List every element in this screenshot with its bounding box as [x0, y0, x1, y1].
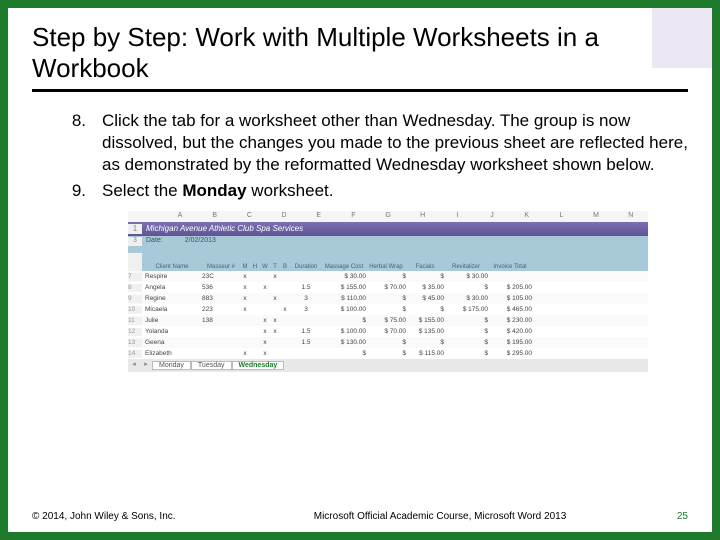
sheet-tab[interactable]: Wednesday: [232, 361, 285, 370]
sheet-tabs: ◂ ▸ MondayTuesdayWednesday: [128, 359, 648, 372]
page-number: 25: [648, 511, 688, 522]
step-number: 8.: [58, 110, 102, 175]
decorative-image: [652, 8, 712, 68]
step-8: 8. Click the tab for a worksheet other t…: [58, 110, 688, 175]
step-text: Select the Monday worksheet.: [102, 180, 688, 202]
tab-nav-right-icon[interactable]: ▸: [140, 361, 152, 370]
step-text: Click the tab for a worksheet other than…: [102, 110, 688, 175]
step-number: 9.: [58, 180, 102, 202]
date-row: 3 Date: 2/02/2013: [128, 236, 648, 247]
table-row: 13Geenax1.5$ 130.00$$$$ 195.00: [128, 337, 648, 348]
course-name: Microsoft Official Academic Course, Micr…: [232, 511, 648, 522]
footer: © 2014, John Wiley & Sons, Inc. Microsof…: [32, 511, 688, 522]
table-row: 12Yolandaxx1.5$ 100.00$ 70.00$ 135.00$$ …: [128, 326, 648, 337]
tab-nav-left-icon[interactable]: ◂: [128, 361, 140, 370]
table-header-row: Client NameMasseur #MHWTBDurationMassage…: [128, 253, 648, 271]
slide-body: 8. Click the tab for a worksheet other t…: [32, 110, 688, 372]
sheet-tab[interactable]: Monday: [152, 361, 191, 370]
step-9: 9. Select the Monday worksheet.: [58, 180, 688, 202]
sheet-tab[interactable]: Tuesday: [191, 361, 232, 370]
excel-screenshot: ABCDEFGHIJKLMN 1 Michigan Avenue Athleti…: [128, 211, 648, 372]
table-row: 8Angela536xx1.5$ 155.00$ 70.00$ 35.00$$ …: [128, 282, 648, 293]
column-headers: ABCDEFGHIJKLMN: [128, 211, 648, 222]
table-row: 7Respire23Cxx$ 30.00$$$ 30.00: [128, 271, 648, 282]
table-row: 9Regine883xx3$ 110.00$$ 45.00$ 30.00$ 10…: [128, 293, 648, 304]
sheet-title-row: 1 Michigan Avenue Athletic Club Spa Serv…: [128, 222, 648, 236]
slide-title: Step by Step: Work with Multiple Workshe…: [32, 22, 688, 92]
copyright: © 2014, John Wiley & Sons, Inc.: [32, 511, 232, 522]
table-row: 14Elizabethxx$$$ 115.00$$ 295.00: [128, 348, 648, 359]
table-row: 11Julie138xx$$ 75.00$ 155.00$$ 230.00: [128, 315, 648, 326]
slide-container: Step by Step: Work with Multiple Workshe…: [8, 8, 712, 532]
table-row: 10Micaela223xx3$ 100.00$$$ 175.00$ 465.0…: [128, 304, 648, 315]
